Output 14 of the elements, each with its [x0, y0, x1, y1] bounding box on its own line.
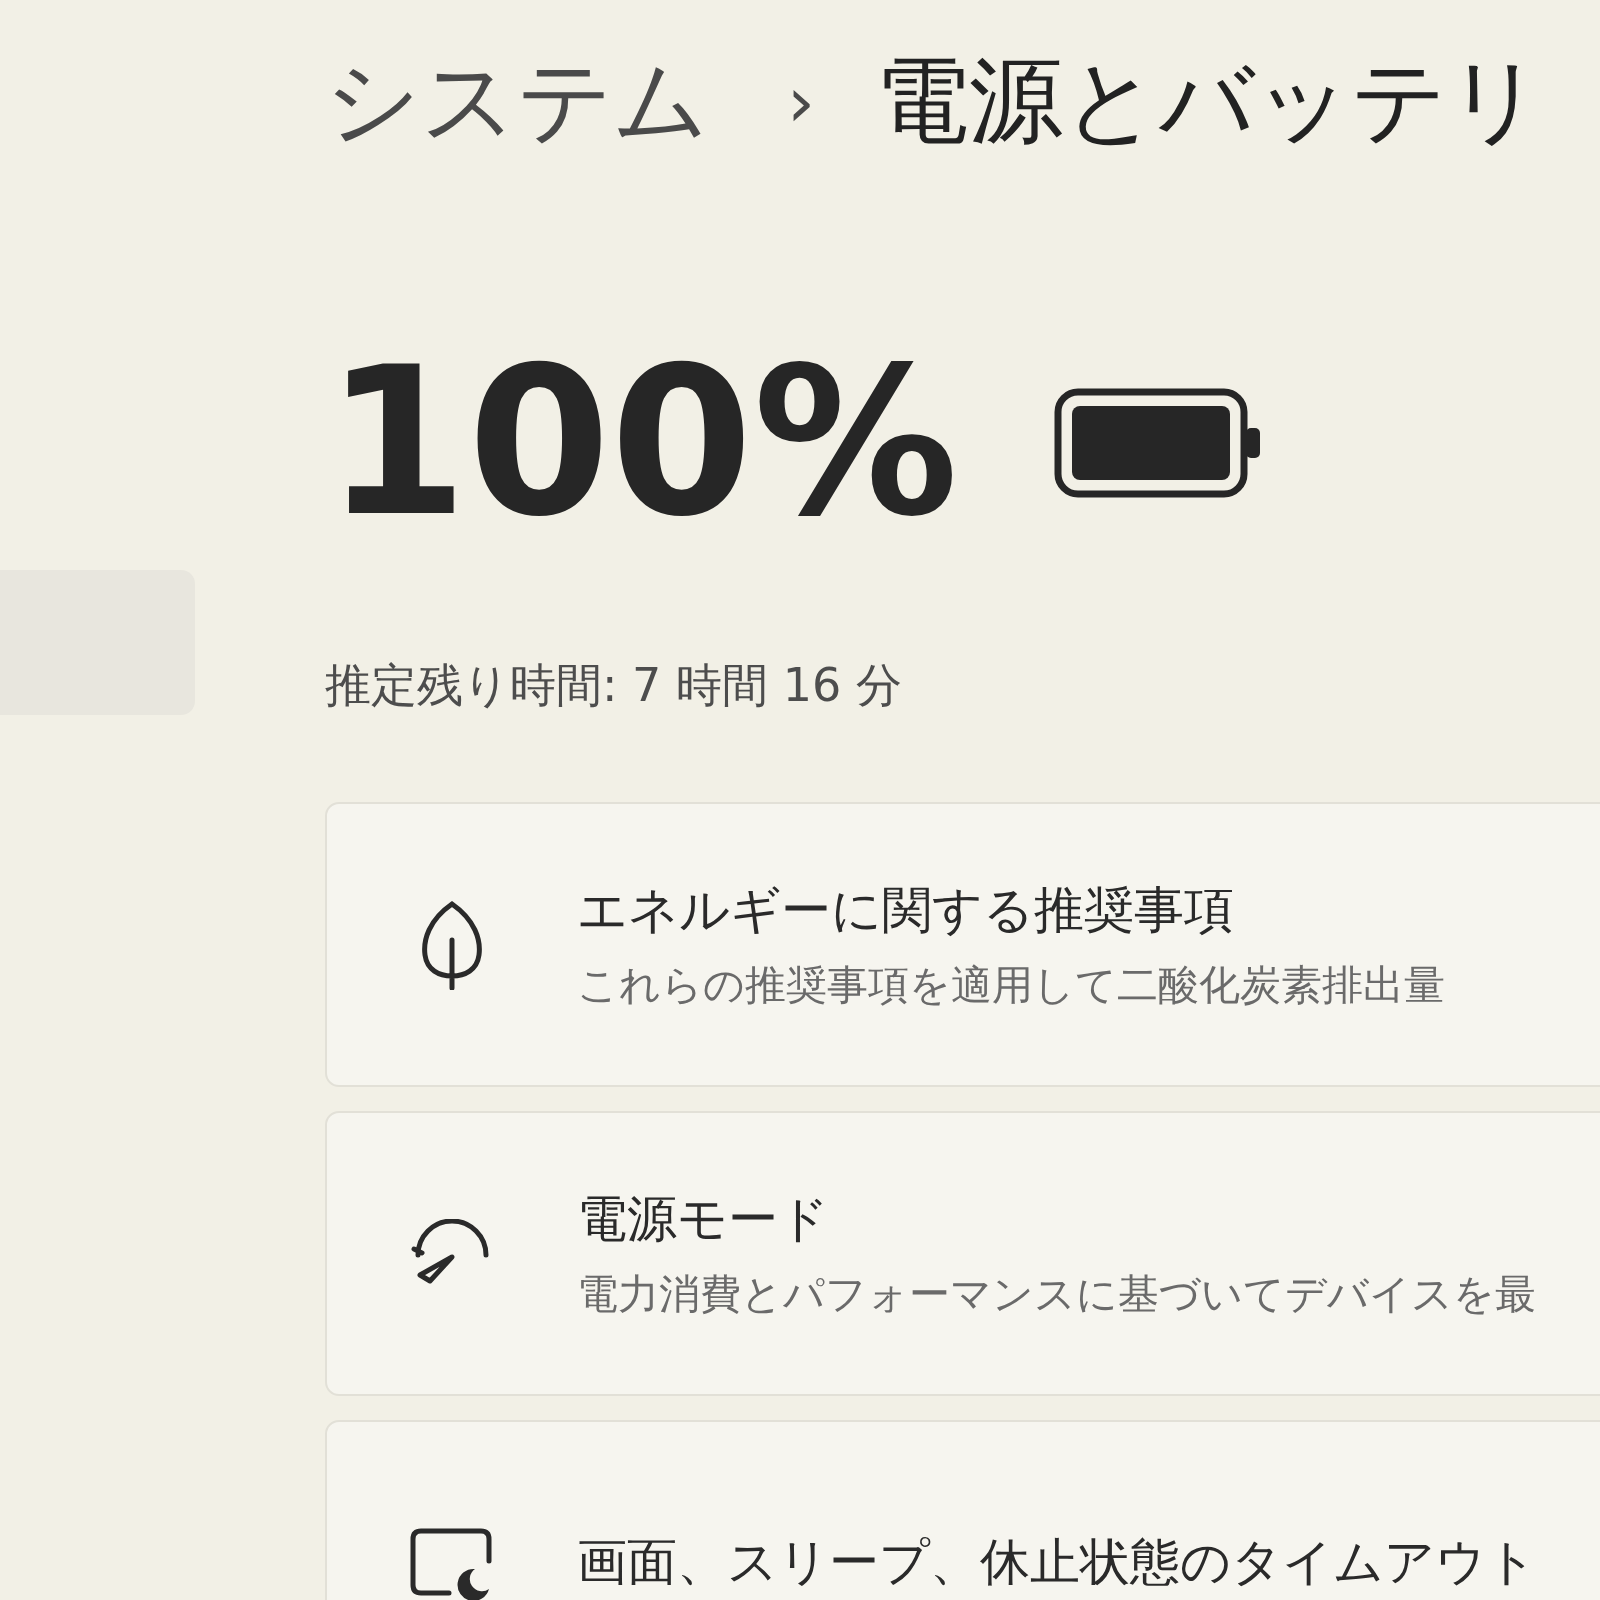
- leaf-icon: [419, 899, 485, 990]
- settings-card[interactable]: 画面、スリープ、休止状態のタイムアウト: [325, 1420, 1600, 1600]
- page-title: 電源とバッテリ: [875, 45, 1543, 157]
- breadcrumb-separator: ›: [787, 60, 815, 143]
- battery-percent: 100%: [325, 340, 960, 545]
- card-title: 画面、スリープ、休止状態のタイムアウト: [577, 1532, 1537, 1593]
- card-title: 電源モード: [577, 1188, 830, 1250]
- card-description: これらの推奨事項を適用して二酸化炭素排出量: [577, 959, 1445, 1011]
- card-description: 電力消費とパフォーマンスに基づいてデバイスを最: [577, 1268, 1536, 1320]
- settings-card[interactable]: 電源モード 電力消費とパフォーマンスに基づいてデバイスを最: [325, 1111, 1600, 1396]
- settings-card[interactable]: エネルギーに関する推奨事項 これらの推奨事項を適用して二酸化炭素排出量: [325, 802, 1600, 1087]
- breadcrumb-parent[interactable]: システム: [325, 38, 709, 165]
- card-title: エネルギーに関する推奨事項: [577, 879, 1235, 941]
- remaining-time: 推定残り時間: 7 時間 16 分: [325, 657, 903, 714]
